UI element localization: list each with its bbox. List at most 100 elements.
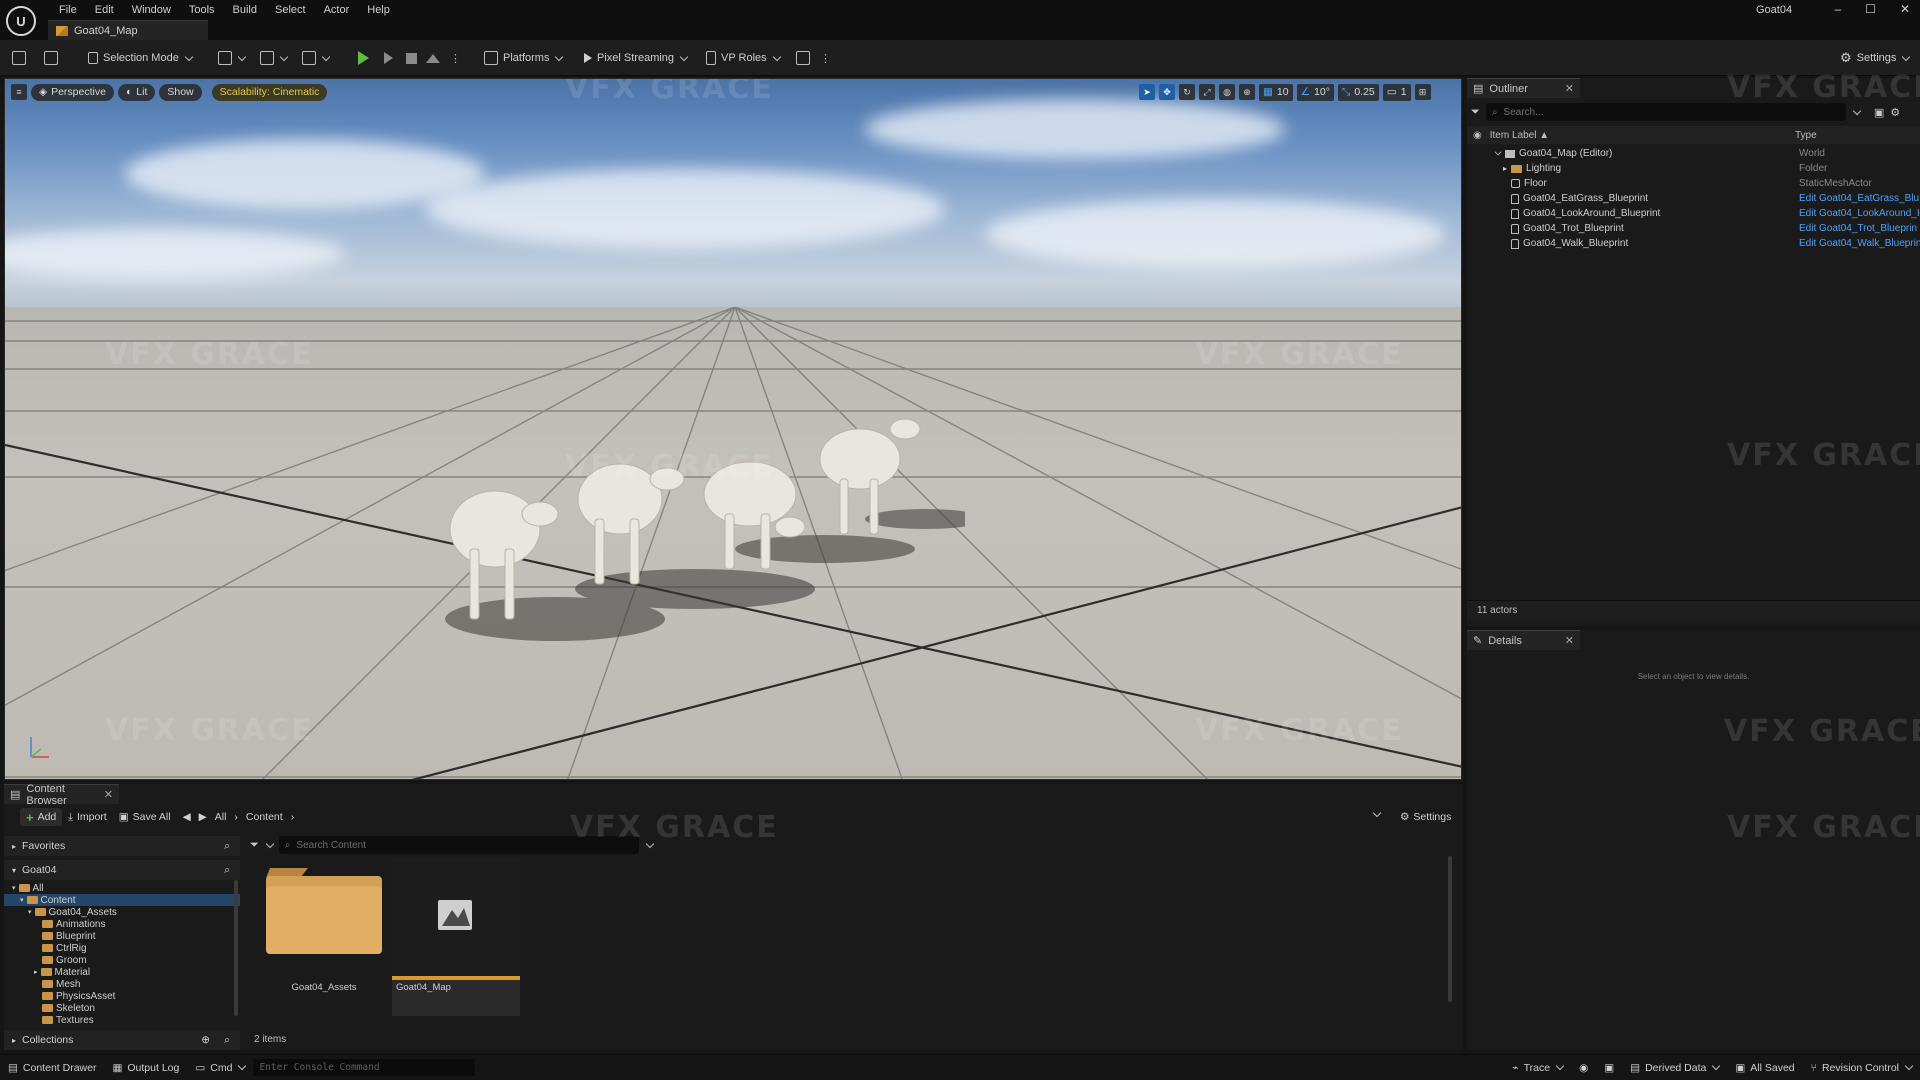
browse-icon[interactable] xyxy=(44,48,58,68)
selection-mode-dropdown[interactable]: Selection Mode xyxy=(88,48,194,68)
outliner-row-walk[interactable]: Goat04_Walk_Blueprint Edit Goat04_Walk_B… xyxy=(1467,236,1920,251)
record-icon[interactable]: ◉ xyxy=(1571,1062,1596,1074)
menu-help[interactable]: Help xyxy=(358,3,399,17)
breadcrumb-content[interactable]: Content xyxy=(246,811,283,823)
camera-speed-button[interactable]: ▭ 1 xyxy=(1382,83,1411,101)
add-collection-icon[interactable]: ⊕ xyxy=(201,1034,210,1046)
unreal-logo-icon[interactable]: U xyxy=(6,6,36,36)
platforms-dropdown[interactable]: Platforms xyxy=(484,48,564,68)
pixel-streaming-dropdown[interactable]: Pixel Streaming xyxy=(584,48,689,68)
outliner-row-world[interactable]: Goat04_Map (Editor) World xyxy=(1467,146,1920,161)
tree-item-content[interactable]: ▾ Content xyxy=(4,894,240,906)
chevron-down-icon[interactable] xyxy=(265,839,275,848)
screenshot-icon[interactable]: ▣ xyxy=(1596,1062,1622,1074)
level-viewport[interactable]: ≡ ◈ Perspective ◐ Lit Show Scalability: Ci… xyxy=(4,78,1462,780)
project-header[interactable]: ▾ Goat04 ⌕ xyxy=(4,860,240,880)
favorites-header[interactable]: ▸ Favorites ⌕ xyxy=(4,836,240,856)
tree-item-blueprint[interactable]: Blueprint xyxy=(4,930,240,942)
breadcrumb-all[interactable]: All xyxy=(215,811,227,823)
all-saved-button[interactable]: ▣ All Saved xyxy=(1727,1062,1802,1074)
collections-header[interactable]: ▸ Collections ⊕ ⌕ xyxy=(4,1030,240,1050)
select-tool-icon[interactable]: ➤ xyxy=(1139,84,1155,100)
tree-item-groom[interactable]: Groom xyxy=(4,954,240,966)
add-button[interactable]: + Add xyxy=(20,808,63,826)
settings-dropdown[interactable]: ⚙ Settings xyxy=(1840,48,1911,68)
show-button[interactable]: Show xyxy=(159,83,202,101)
outliner-row-lookaround[interactable]: Goat04_LookAround_Blueprint Edit Goat04_… xyxy=(1467,206,1920,221)
chevron-down-icon[interactable] xyxy=(1852,106,1862,115)
level-tab[interactable]: Goat04_Map xyxy=(48,20,208,40)
add-actor-dropdown[interactable] xyxy=(218,48,247,68)
tree-scrollbar[interactable] xyxy=(234,880,238,1016)
translate-tool-icon[interactable]: ✥ xyxy=(1159,84,1175,100)
eject-button[interactable] xyxy=(426,48,440,68)
close-icon[interactable]: ✕ xyxy=(1900,2,1910,16)
stop-button[interactable] xyxy=(406,48,417,68)
scale-tool-icon[interactable]: ⤢ xyxy=(1199,84,1215,100)
content-browser-tab[interactable]: ▤ Content Browser ✕ xyxy=(4,783,119,807)
trace-dropdown[interactable]: ⌁ Trace xyxy=(1504,1062,1571,1074)
scale-snap-button[interactable]: ⤡ 0.25 xyxy=(1337,83,1379,101)
derived-data-dropdown[interactable]: ▤ Derived Data xyxy=(1622,1062,1727,1074)
outliner-row-trot[interactable]: Goat04_Trot_Blueprint Edit Goat04_Trot_B… xyxy=(1467,221,1920,236)
edit-blueprint-link[interactable]: Edit Goat04_Walk_Blueprin xyxy=(1799,238,1920,249)
search-icon[interactable]: ⌕ xyxy=(224,864,230,877)
revision-control-dropdown[interactable]: ⑂ Revision Control xyxy=(1803,1062,1920,1074)
tree-item-ctrlrig[interactable]: CtrlRig xyxy=(4,942,240,954)
minimize-icon[interactable]: – xyxy=(1834,2,1841,16)
outliner-row-lighting[interactable]: ▸ Lighting Folder xyxy=(1467,161,1920,176)
column-type[interactable]: Type xyxy=(1795,130,1817,141)
add-folder-icon[interactable]: ▣ xyxy=(1874,106,1884,119)
vp-roles-dropdown[interactable]: VP Roles xyxy=(706,48,781,68)
rotation-snap-button[interactable]: ∠ 10° xyxy=(1296,83,1334,101)
play-options-icon[interactable]: ⋮ xyxy=(450,48,461,68)
save-icon[interactable] xyxy=(12,48,26,68)
maximize-icon[interactable]: ☐ xyxy=(1865,2,1876,16)
search-icon[interactable]: ⌕ xyxy=(224,840,230,853)
cmd-dropdown[interactable]: ▭ Cmd xyxy=(187,1062,253,1074)
tree-item-textures[interactable]: Textures xyxy=(4,1014,240,1026)
tree-item-goat04-assets[interactable]: ▾ Goat04_Assets xyxy=(4,906,240,918)
grid-snap-button[interactable]: ▦ 10 xyxy=(1259,83,1293,101)
menu-window[interactable]: Window xyxy=(123,3,180,17)
outliner-search-input[interactable]: ⌕ Search... xyxy=(1485,103,1846,121)
eye-icon[interactable]: ◉ xyxy=(1473,130,1482,141)
viewport-layout-icon[interactable]: ⊞ xyxy=(1414,84,1431,100)
asset-tile-goat04-map[interactable]: Goat04_Map xyxy=(392,858,520,1016)
details-tab[interactable]: ✎ Details ✕ xyxy=(1467,630,1580,650)
layout-icon[interactable] xyxy=(796,48,810,68)
chevron-down-icon[interactable] xyxy=(645,839,655,848)
outliner-tab[interactable]: ▤ Outliner ✕ xyxy=(1467,78,1580,98)
filter-icon[interactable]: ⏷ xyxy=(1471,106,1480,119)
perspective-button[interactable]: ◈ Perspective xyxy=(31,83,114,101)
asset-tile-goat04-assets[interactable]: Goat04_Assets xyxy=(260,858,388,1016)
close-icon[interactable]: ✕ xyxy=(104,788,113,801)
edit-blueprint-link[interactable]: Edit Goat04_Trot_Blueprin xyxy=(1799,223,1917,234)
menu-edit[interactable]: Edit xyxy=(86,3,123,17)
play-button[interactable] xyxy=(358,48,369,68)
close-icon[interactable]: ✕ xyxy=(1565,634,1574,647)
edit-blueprint-link[interactable]: Edit Goat04_EatGrass_Blu xyxy=(1799,193,1919,204)
content-drawer-button[interactable]: ▤ Content Drawer xyxy=(0,1062,104,1074)
outliner-row-eatgrass[interactable]: Goat04_EatGrass_Blueprint Edit Goat04_Ea… xyxy=(1467,191,1920,206)
history-forward-button[interactable]: ▶ xyxy=(197,808,209,826)
tree-item-material[interactable]: ▸ Material xyxy=(4,966,240,978)
asset-scrollbar[interactable] xyxy=(1448,856,1452,1002)
surface-snap-icon[interactable]: ⊕ xyxy=(1239,84,1255,100)
tree-item-animations[interactable]: Animations xyxy=(4,918,240,930)
menu-file[interactable]: File xyxy=(50,3,86,17)
content-search-input[interactable]: ⌕ Search Content xyxy=(278,836,639,854)
chevron-down-icon[interactable] xyxy=(1494,148,1502,156)
gear-icon[interactable]: ⚙ xyxy=(1890,106,1900,119)
outliner-row-floor[interactable]: Floor StaticMeshActor xyxy=(1467,176,1920,191)
column-item-label[interactable]: Item Label ▲ xyxy=(1490,130,1549,141)
history-back-button[interactable]: ◀ xyxy=(177,808,197,826)
scalability-badge[interactable]: Scalability: Cinematic xyxy=(211,83,328,101)
more-options-icon[interactable]: ⋮ xyxy=(820,48,831,68)
chevron-right-icon[interactable]: ▸ xyxy=(1503,164,1507,173)
tree-item-physicsasset[interactable]: PhysicsAsset xyxy=(4,990,240,1002)
menu-tools[interactable]: Tools xyxy=(180,3,224,17)
tree-item-mesh[interactable]: Mesh xyxy=(4,978,240,990)
goats-group[interactable] xyxy=(405,399,965,669)
save-all-button[interactable]: ▣ Save All xyxy=(113,808,177,826)
